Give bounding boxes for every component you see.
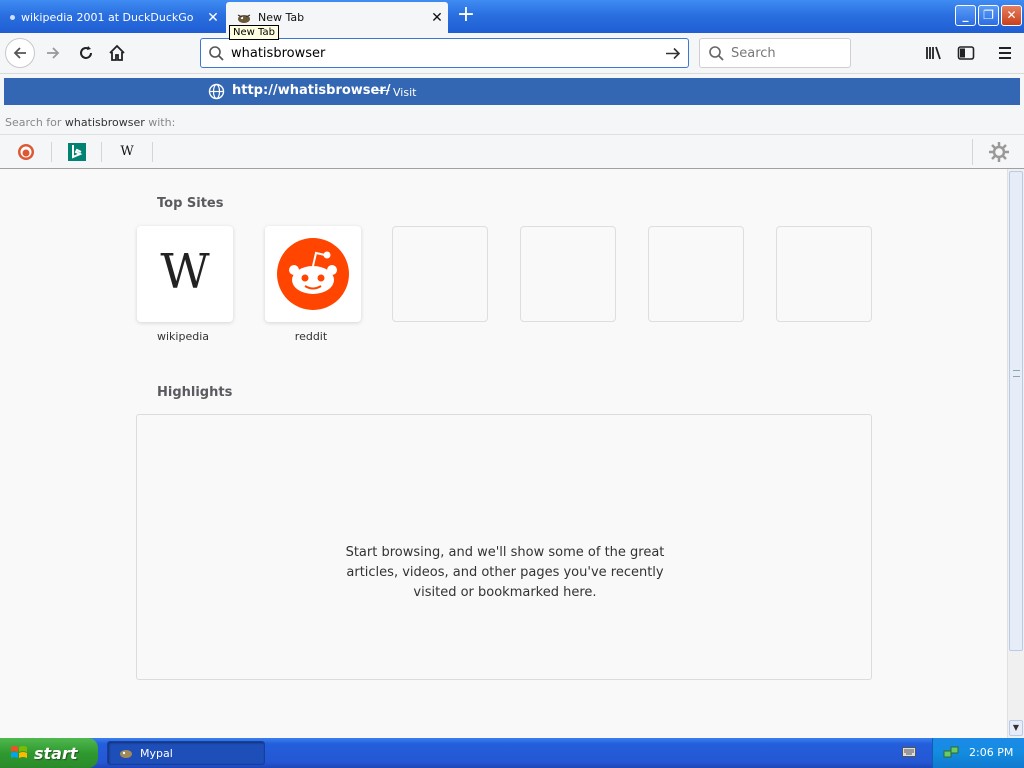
- arrow-right-icon: [47, 47, 60, 59]
- maximize-button[interactable]: ❐: [978, 5, 999, 26]
- mypal-icon: [120, 750, 132, 758]
- search-icon: [209, 46, 224, 61]
- reload-button[interactable]: [71, 39, 101, 67]
- scroll-down-button[interactable]: ▼: [1009, 720, 1023, 736]
- close-window-button[interactable]: ✕: [1001, 5, 1022, 26]
- tab-close-icon[interactable]: ✕: [426, 10, 448, 26]
- mypal-favicon-icon: [237, 13, 251, 23]
- scrollbar-thumb[interactable]: [1009, 171, 1023, 651]
- menu-button[interactable]: [993, 41, 1017, 65]
- go-arrow-icon[interactable]: [664, 45, 682, 62]
- system-tray: 2:06 PM: [932, 738, 1024, 768]
- highlights-empty-box: Start browsing, and we'll show some of t…: [136, 414, 872, 680]
- taskbar-item-mypal[interactable]: Mypal: [107, 741, 265, 765]
- forward-button[interactable]: [38, 39, 68, 67]
- top-site-empty-slot[interactable]: [648, 226, 744, 322]
- windows-flag-icon: [11, 746, 27, 758]
- tab-tooltip: New Tab: [229, 25, 279, 40]
- wikipedia-icon[interactable]: W: [118, 143, 136, 161]
- sidebar-button[interactable]: [954, 41, 978, 65]
- top-site-tile-wikipedia[interactable]: W: [137, 226, 233, 322]
- reload-icon: [80, 46, 92, 59]
- tab-close-icon[interactable]: ✕: [202, 10, 224, 26]
- visit-suggestion-row[interactable]: http://whatisbrowser/ — Visit: [4, 78, 1020, 105]
- top-site-tile-reddit[interactable]: [265, 226, 361, 322]
- bing-icon[interactable]: [68, 143, 86, 161]
- clock: 2:06 PM: [969, 746, 1014, 759]
- start-button[interactable]: start: [0, 738, 98, 768]
- one-off-search-engines: W: [0, 134, 1024, 168]
- scrollbar-grip-icon: [1013, 370, 1020, 377]
- tab-label: New Tab: [258, 11, 305, 24]
- url-domain: whatisbrowser/: [277, 83, 391, 98]
- search-for-suffix: with:: [148, 116, 176, 129]
- url-prefix: http://: [232, 83, 278, 98]
- sidebar-icon: [957, 46, 975, 60]
- tab-wikipedia[interactable]: wikipedia 2001 at DuckDuckGo ✕: [0, 2, 224, 33]
- search-icon: [709, 46, 724, 61]
- vertical-scrollbar[interactable]: ▼: [1007, 169, 1024, 739]
- highlights-empty-message: Start browsing, and we'll show some of t…: [345, 545, 665, 600]
- windows-taskbar: start Mypal 2:06 PM: [0, 738, 1024, 768]
- home-button[interactable]: [102, 39, 132, 67]
- engine-divider: [51, 142, 52, 162]
- engine-divider: [972, 139, 973, 165]
- top-site-empty-slot[interactable]: [520, 226, 616, 322]
- hamburger-menu-icon: [999, 47, 1011, 59]
- taskbar-item-label: Mypal: [140, 746, 173, 760]
- library-button[interactable]: [922, 41, 946, 65]
- suggestion-url: http://whatisbrowser/: [232, 83, 391, 98]
- search-for-term: whatisbrowser: [64, 116, 145, 129]
- back-button[interactable]: [5, 38, 35, 68]
- suggestion-dash: —: [377, 83, 390, 98]
- globe-icon: [208, 83, 225, 100]
- minimize-button[interactable]: _: [955, 5, 976, 26]
- search-for-label: Search for whatisbrowser with:: [5, 116, 175, 129]
- new-tab-plus-icon[interactable]: +: [454, 4, 478, 28]
- engine-divider: [152, 142, 153, 162]
- navigation-toolbar: [0, 33, 1024, 74]
- arrow-left-icon: [13, 47, 26, 59]
- new-tab-page: Top Sites W wikipedia reddit Highlights …: [0, 169, 1007, 739]
- search-input[interactable]: [731, 44, 843, 62]
- top-sites-title: Top Sites: [157, 196, 224, 211]
- suggestion-action: Visit: [393, 86, 417, 99]
- top-site-empty-slot[interactable]: [392, 226, 488, 322]
- library-icon: [926, 46, 941, 60]
- start-label: start: [34, 743, 78, 763]
- tab-label: wikipedia 2001 at DuckDuckGo: [21, 11, 194, 24]
- url-bar[interactable]: [200, 38, 689, 68]
- title-bar: wikipedia 2001 at DuckDuckGo ✕ New Tab ✕…: [0, 0, 1024, 33]
- highlights-title: Highlights: [157, 385, 233, 400]
- keyboard-icon[interactable]: [902, 746, 916, 758]
- top-site-label: reddit: [294, 330, 328, 343]
- search-for-prefix: Search for: [5, 116, 62, 129]
- url-input[interactable]: [231, 43, 651, 63]
- url-suggestions-dropdown: http://whatisbrowser/ — Visit Search for…: [0, 74, 1024, 169]
- gear-icon[interactable]: [988, 141, 1010, 163]
- search-box[interactable]: [699, 38, 851, 68]
- network-icon[interactable]: [943, 745, 959, 761]
- top-site-label: wikipedia: [156, 330, 209, 343]
- wikipedia-logo-icon: W: [160, 244, 210, 300]
- top-site-empty-slot[interactable]: [776, 226, 872, 322]
- engine-divider: [101, 142, 102, 162]
- home-icon: [109, 44, 125, 61]
- reddit-logo-icon: [277, 238, 349, 310]
- duckduckgo-icon[interactable]: [17, 143, 35, 161]
